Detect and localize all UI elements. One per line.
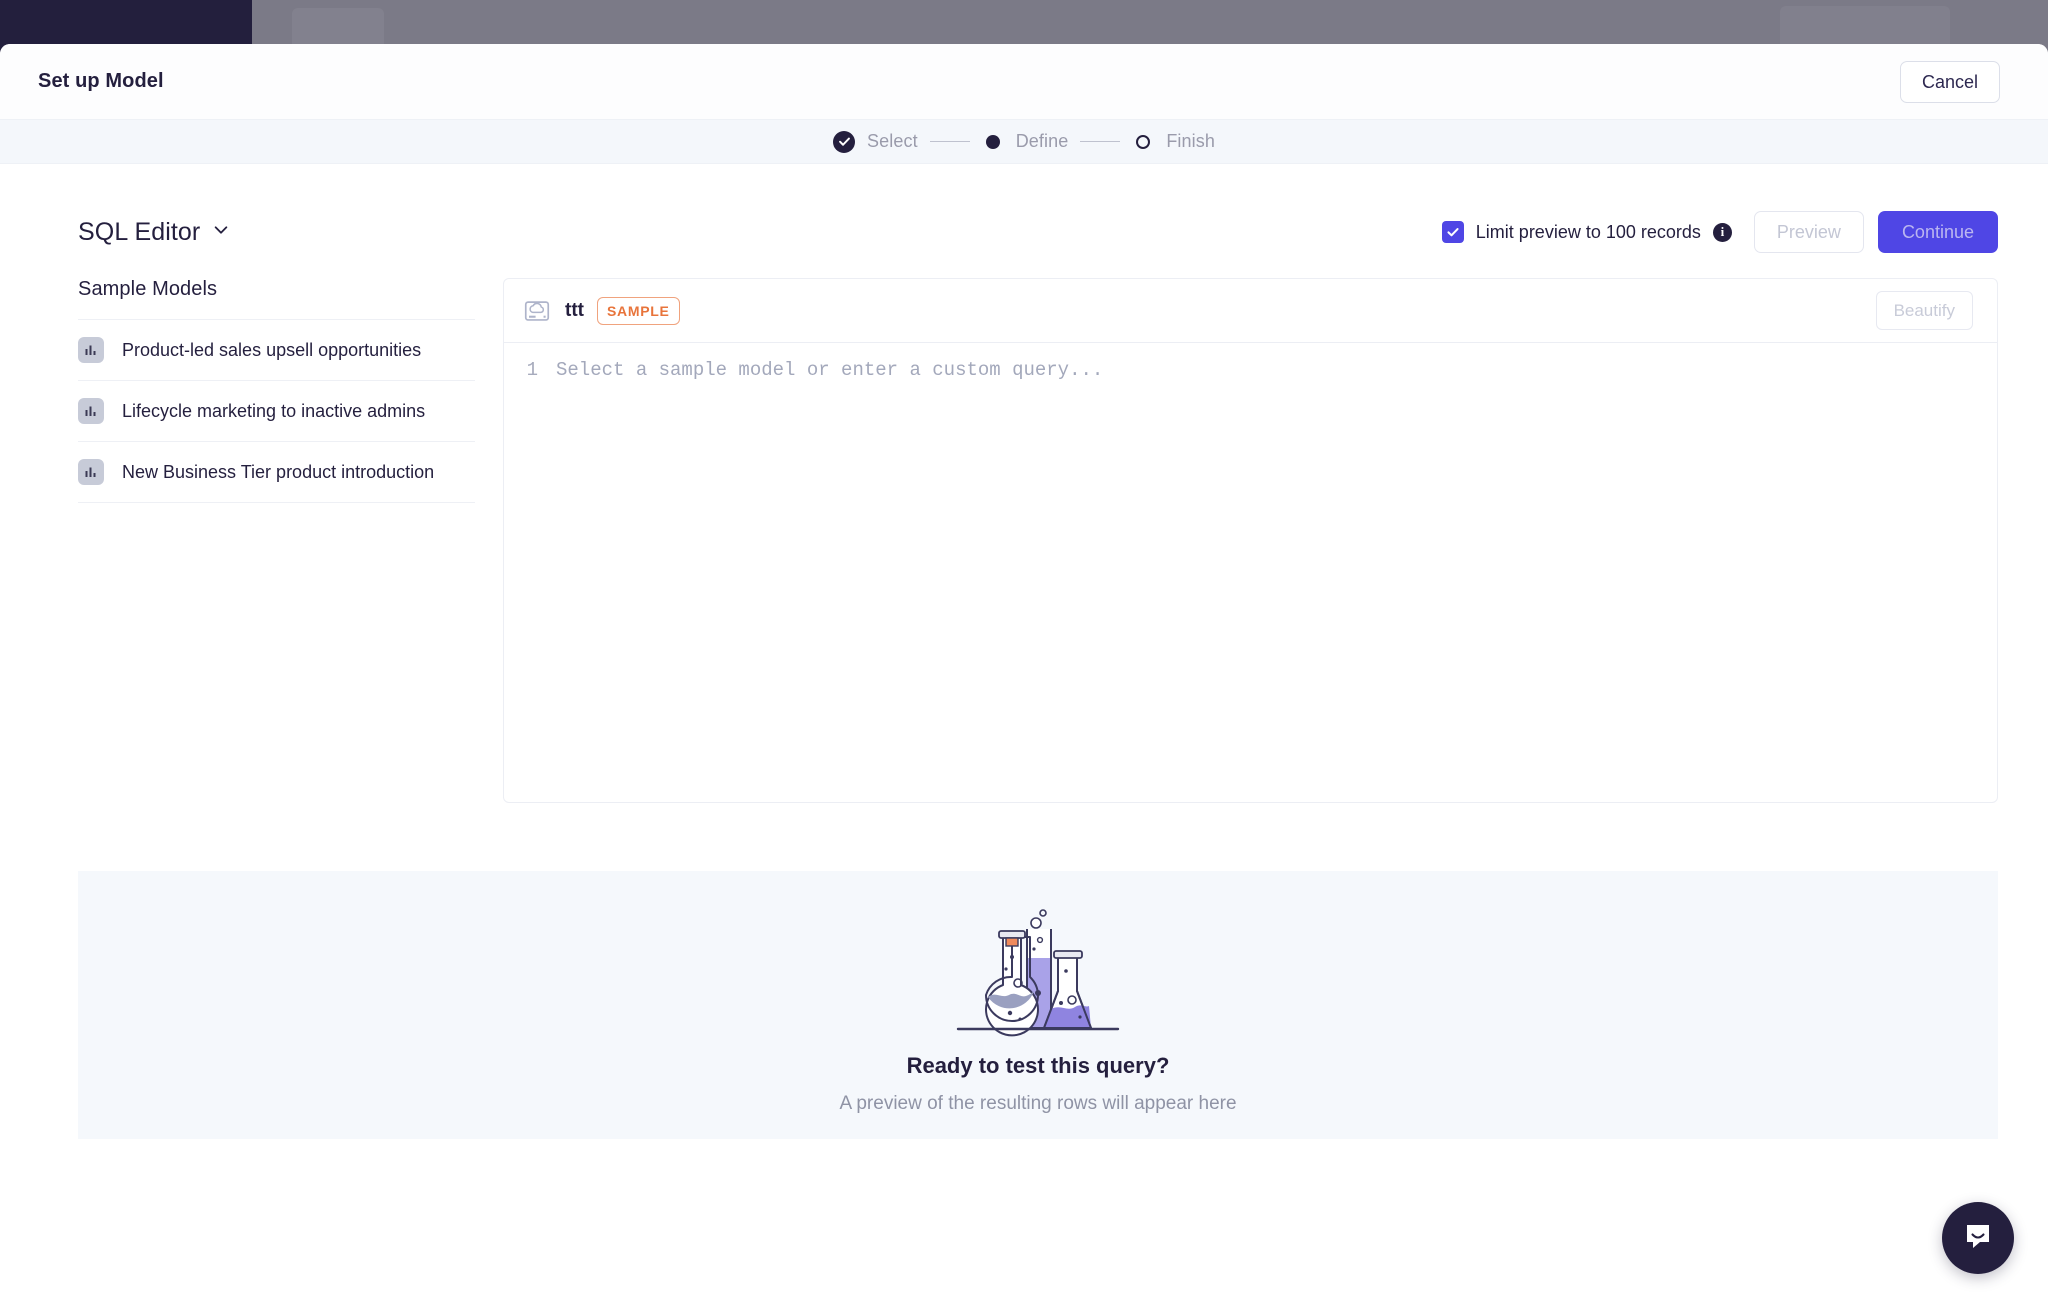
lab-flasks-illustration (948, 895, 1128, 1043)
preview-button[interactable]: Preview (1753, 211, 1864, 253)
sidebar-item-label: Product-led sales upsell opportunities (122, 339, 422, 360)
continue-button[interactable]: Continue (1877, 211, 1998, 253)
cloud-warehouse-icon (522, 296, 552, 326)
bar-chart-icon (78, 337, 104, 363)
wizard-stepper: Select Define Finish (0, 119, 2048, 164)
sample-models-title: Sample Models (78, 278, 218, 300)
beautify-button[interactable]: Beautify (1875, 291, 1973, 330)
limit-preview-group: Limit preview to 100 records i (1441, 221, 1732, 243)
sidebar-item-new-business-tier[interactable]: New Business Tier product introduction (78, 441, 475, 503)
line-number-gutter: 1 (526, 359, 538, 381)
step-finish-label: Finish (1166, 131, 1215, 151)
bar-chart-icon (78, 398, 104, 424)
step-select[interactable]: Select (833, 130, 918, 153)
limit-preview-checkbox[interactable] (1441, 221, 1464, 243)
chat-bubble-icon (1960, 1218, 1996, 1259)
empty-circle-icon (1136, 134, 1151, 149)
sidebar-item-lifecycle-marketing[interactable]: Lifecycle marketing to inactive admins (78, 380, 475, 441)
query-source: ttt SAMPLE (522, 296, 680, 326)
limit-preview-label: Limit preview to 100 records (1475, 221, 1701, 242)
page-title: Set up Model (38, 70, 164, 92)
filled-dot-icon (985, 134, 1000, 149)
editor-mode-label: SQL Editor (78, 217, 201, 246)
modal-header: Set up Model Cancel (0, 44, 2048, 119)
query-placeholder-text: Select a sample model or enter a custom … (556, 359, 1104, 381)
step-connector (1080, 141, 1121, 142)
setup-model-modal: Set up Model Cancel Select Define Finish… (0, 44, 2048, 1304)
query-editor-panel: ttt SAMPLE Beautify 1 Select a sample mo… (503, 278, 1998, 803)
status-badge: SAMPLE (596, 296, 680, 325)
preview-empty-state: Ready to test this query? A preview of t… (78, 871, 1998, 1139)
bar-chart-icon (78, 459, 104, 485)
step-define[interactable]: Define (982, 131, 1069, 152)
empty-state-subtitle: A preview of the resulting rows will app… (839, 1093, 1237, 1114)
sidebar-item-label: Lifecycle marketing to inactive admins (122, 400, 426, 421)
query-source-name: ttt (565, 299, 584, 321)
modal-body: SQL Editor Limit preview to 100 records … (0, 164, 2048, 1304)
check-circle-icon (833, 130, 856, 153)
step-define-label: Define (1015, 131, 1069, 151)
chevron-down-icon (212, 221, 230, 244)
chat-launcher-button[interactable] (1942, 1202, 2014, 1274)
query-editor-header: ttt SAMPLE Beautify (504, 279, 1997, 343)
step-finish[interactable]: Finish (1132, 131, 1215, 152)
editor-mode-dropdown[interactable]: SQL Editor (78, 218, 230, 247)
sidebar-item-label: New Business Tier product introduction (122, 461, 435, 482)
step-connector (929, 141, 970, 142)
toolbar-actions: Limit preview to 100 records i Preview C… (1441, 211, 1998, 253)
sidebar-item-product-led-sales[interactable]: Product-led sales upsell opportunities (78, 319, 475, 380)
empty-state-title: Ready to test this query? (906, 1053, 1170, 1078)
editor-toolbar: SQL Editor Limit preview to 100 records … (0, 204, 2048, 260)
step-select-label: Select (867, 131, 918, 151)
sample-models-panel: Sample Models Product-led sales upsell o… (78, 278, 503, 803)
cancel-button[interactable]: Cancel (1899, 60, 2000, 103)
info-icon[interactable]: i (1712, 222, 1732, 242)
query-code-editor[interactable]: 1 Select a sample model or enter a custo… (504, 343, 1997, 802)
content-columns: Sample Models Product-led sales upsell o… (0, 260, 2048, 803)
